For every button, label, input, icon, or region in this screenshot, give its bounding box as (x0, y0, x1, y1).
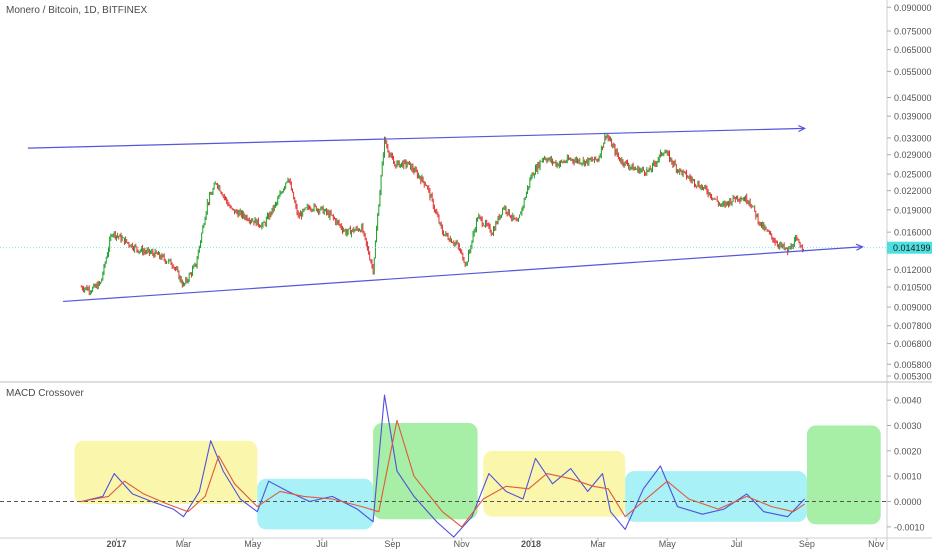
price-tick-label: 0.010500 (894, 283, 932, 293)
time-tick-label: Sep (384, 539, 400, 549)
yellow-highlight-box (483, 450, 626, 517)
time-tick-label: Sep (799, 539, 815, 549)
time-tick-label: May (244, 539, 262, 549)
time-tick-label: May (659, 539, 677, 549)
time-tick-label: 2018 (521, 539, 541, 549)
price-badge: 0.014199 (887, 241, 932, 254)
price-tick-label: 0.022000 (894, 186, 932, 196)
time-tick-label: 2017 (106, 539, 126, 549)
price-tick-label: 0.006800 (894, 339, 932, 349)
macd-tick-label: 0.0010 (894, 472, 922, 482)
price-tick-label: 0.019000 (894, 205, 932, 215)
time-tick-label: Nov (454, 539, 471, 549)
price-tick-label: 0.039000 (894, 112, 932, 122)
macd-tick-label: -0.0010 (894, 522, 925, 532)
macd-tick-label: 0.0020 (894, 446, 922, 456)
cyan-highlight-box (625, 471, 807, 522)
time-tick-label: Jul (316, 539, 328, 549)
trendline-upper (27, 127, 805, 149)
time-tick-label: Nov (868, 539, 885, 549)
yellow-highlight-box (74, 440, 258, 505)
price-tick-label: 0.016000 (894, 228, 932, 238)
price-tick-label: 0.025000 (894, 170, 932, 180)
macd-tick-label: 0.0000 (894, 497, 922, 507)
price-tick-label: 0.045000 (894, 93, 932, 103)
time-tick-label: Mar (176, 539, 192, 549)
cyan-highlight-box (257, 478, 374, 530)
price-tick-label: 0.029000 (894, 150, 932, 160)
price-tick-label: 0.090000 (894, 3, 932, 13)
price-tick-label: 0.075000 (894, 27, 932, 37)
macd-tick-label: 0.0040 (894, 396, 922, 406)
chart-canvas[interactable]: 0.090000 0.075000 0.065000 0.055000 0.045000… (0, 0, 932, 550)
highlight-boxes (74, 422, 881, 530)
price-tick-label: 0.065000 (894, 45, 932, 55)
macd-tick-label: 0.0030 (894, 421, 922, 431)
price-tick-label: 0.033000 (894, 133, 932, 143)
macd-title[interactable]: MACD Crossover (6, 388, 84, 399)
candlestick-series (0, 132, 887, 296)
price-tick-label: 0.055000 (894, 67, 932, 77)
symbol-title[interactable]: Monero / Bitcoin, 1D, BITFINEX (6, 5, 147, 16)
price-tick-label: 0.012000 (894, 265, 932, 275)
trendlines[interactable] (27, 124, 864, 303)
price-tick-label: 0.005300 (894, 372, 932, 382)
price-tick-label: 0.009000 (894, 303, 932, 313)
green-highlight-box (373, 422, 478, 520)
price-tick-label: 0.005800 (894, 360, 932, 370)
price-badge-label: 0.014199 (893, 243, 931, 253)
time-tick-label: Mar (590, 539, 606, 549)
price-tick-label: 0.007800 (894, 321, 932, 331)
time-tick-label: Jul (731, 539, 743, 549)
green-highlight-box (806, 425, 881, 525)
